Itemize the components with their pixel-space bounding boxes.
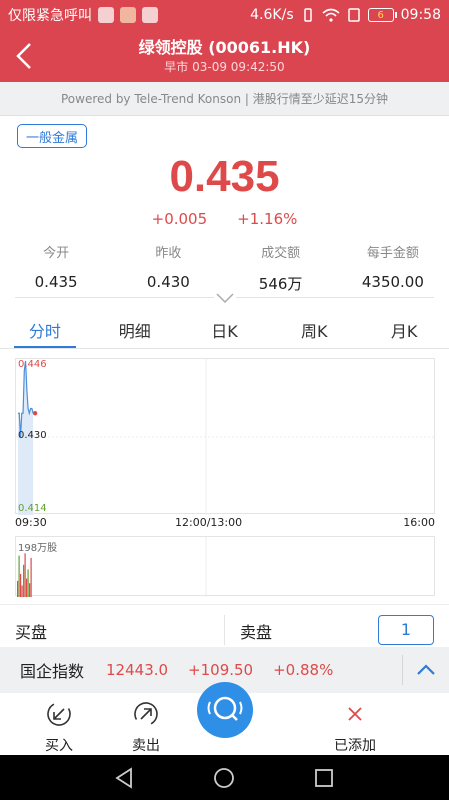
index-change: +109.50 <box>188 661 254 679</box>
index-name: 国企指数 <box>20 662 85 681</box>
tab-details[interactable]: 明细 <box>90 310 180 348</box>
tab-daily-k[interactable]: 日K <box>180 310 270 348</box>
volume-bar <box>21 585 23 597</box>
price-change: +0.005 <box>151 210 208 228</box>
stat-value: 0.430 <box>146 273 190 291</box>
volume-bar <box>24 553 26 597</box>
buy-button[interactable]: 买入 <box>29 699 89 755</box>
index-value: 12443.0 <box>106 661 169 679</box>
battery-level: 6 <box>377 9 384 21</box>
price-change-percent: +1.16% <box>237 210 298 228</box>
volume-bar <box>29 583 31 597</box>
volume-bar <box>27 569 29 597</box>
stat-prev-close: 昨收 0.430 <box>112 242 224 298</box>
vibrate-icon <box>303 8 312 22</box>
back-triangle-icon[interactable] <box>111 765 137 791</box>
stat-label: 成交额 <box>261 246 301 261</box>
volume-bar <box>23 564 25 597</box>
y-high-label: 0.446 <box>18 359 47 370</box>
system-navigation-bar <box>0 755 449 800</box>
stat-label: 每手金额 <box>366 246 419 261</box>
ask-label: 卖盘 <box>240 623 273 642</box>
stat-lot-amount: 每手金额 4350.00 <box>337 242 449 298</box>
x-axis-labels: 09:30 12:00/13:00 16:00 <box>15 516 435 530</box>
divider <box>0 348 449 349</box>
sell-button[interactable]: 卖出 <box>116 699 176 755</box>
depth-level-value: 1 <box>400 620 412 639</box>
x-mid-label: 12:00/13:00 <box>175 516 243 529</box>
price-change-row: +0.005 +1.16% <box>0 210 449 228</box>
intraday-chart[interactable]: 0.446 0.430 0.414 <box>15 358 436 515</box>
chart-tabs: 分时 明细 日K 周K 月K <box>0 310 449 348</box>
sell-arrow-icon <box>134 702 158 726</box>
buy-label: 买入 <box>45 738 73 754</box>
x-start-label: 09:30 <box>15 516 47 529</box>
stat-label: 昨收 <box>155 246 182 261</box>
status-bar: 仅限紧急呼叫 4.6K/s 6 09:58 <box>0 0 449 30</box>
app-header: 绿领控股 (00061.HK) 早市 03-09 09:42:50 <box>0 30 449 82</box>
market-session-time: 早市 03-09 09:42:50 <box>164 60 285 74</box>
recents-square-icon[interactable] <box>311 765 337 791</box>
volume-bar <box>26 578 28 597</box>
last-price-point <box>32 411 38 416</box>
battery-icon: 6 <box>367 8 397 22</box>
sim-icon <box>347 8 360 22</box>
index-change-percent: +0.88% <box>273 661 334 679</box>
divider <box>224 615 225 645</box>
volume-bar <box>20 574 22 597</box>
network-speed: 4.6K/s <box>250 7 294 23</box>
tab-monthly-k[interactable]: 月K <box>359 310 449 348</box>
tab-intraday[interactable]: 分时 <box>0 310 90 348</box>
carrier-text: 仅限紧急呼叫 <box>8 8 92 24</box>
volume-bar <box>17 580 19 597</box>
order-book: 买盘 卖盘 1 <box>0 604 449 646</box>
battery-saver-icon <box>120 7 136 23</box>
stat-open: 今开 0.435 <box>0 242 112 298</box>
depth-level-selector[interactable]: 1 <box>378 615 434 645</box>
sell-label: 卖出 <box>132 738 160 754</box>
divider <box>402 655 403 685</box>
added-watchlist-button[interactable]: 已添加 <box>325 699 385 755</box>
volume-max-label: 198万股 <box>18 543 58 554</box>
search-icon <box>207 696 243 721</box>
home-circle-icon[interactable] <box>211 765 237 791</box>
volume-bar <box>18 555 20 597</box>
x-end-label: 16:00 <box>403 516 435 529</box>
wifi-icon <box>322 8 340 22</box>
clock: 09:58 <box>400 7 441 23</box>
y-mid-label: 0.430 <box>18 430 47 441</box>
app-notification-icon <box>98 7 114 23</box>
current-price: 0.435 <box>169 152 280 201</box>
volume-bar <box>30 557 32 597</box>
image-notification-icon <box>142 7 158 23</box>
added-label: 已添加 <box>334 738 376 754</box>
y-low-label: 0.414 <box>18 503 47 514</box>
close-icon <box>348 707 362 721</box>
stock-title: 绿领控股 (00061.HK) <box>138 38 311 57</box>
volume-chart-svg <box>17 537 207 597</box>
industry-tag[interactable]: 一般金属 <box>17 124 88 148</box>
intraday-chart-svg <box>16 359 436 515</box>
stat-value: 546万 <box>258 275 303 293</box>
stat-label: 今开 <box>43 246 70 261</box>
stats-row: 今开 0.435 昨收 0.430 成交额 546万 每手金额 4350.00 <box>0 242 449 298</box>
volume-chart: 198万股 <box>15 536 435 597</box>
stat-value: 0.435 <box>34 273 78 291</box>
bid-label: 买盘 <box>15 623 48 642</box>
stat-turnover: 成交额 546万 <box>225 242 337 298</box>
stat-value: 4350.00 <box>361 273 424 291</box>
chevron-up-icon[interactable] <box>414 659 438 681</box>
stock-search-button[interactable] <box>197 682 253 738</box>
tab-weekly-k[interactable]: 周K <box>269 310 359 348</box>
buy-arrow-icon <box>47 702 71 726</box>
chevron-down-icon[interactable] <box>214 292 236 304</box>
data-provider-notice: Powered by Tele-Trend Konson | 港股行情至少延迟1… <box>0 82 449 116</box>
